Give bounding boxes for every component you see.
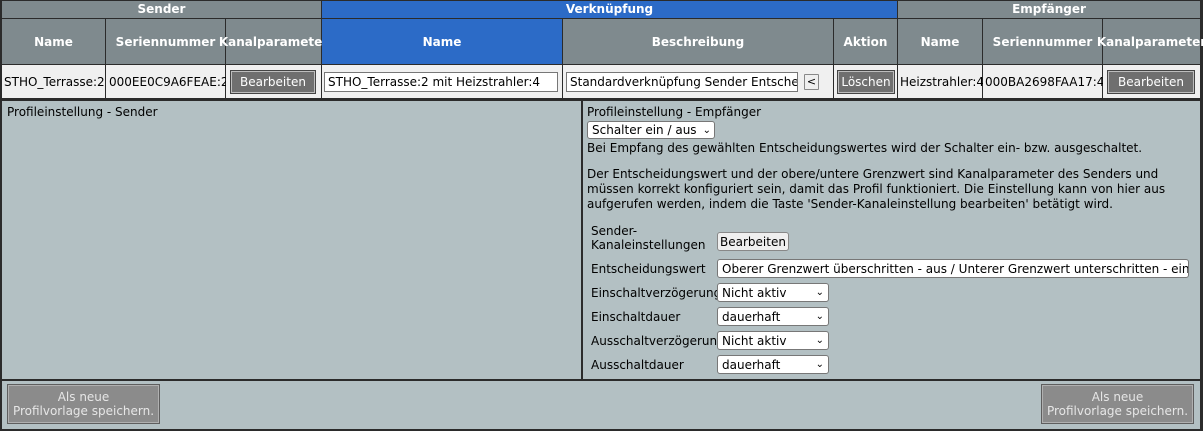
decision-label: Entscheidungswert (591, 262, 706, 276)
profile-select-value: Schalter ein / aus (592, 123, 697, 137)
sender-profile-panel: Profileinstellung - Sender (2, 101, 581, 379)
profile-description-2: Der Entscheidungswert und der obere/unte… (587, 167, 1166, 211)
channel-settings-label-line2: Kanaleinstellungen (591, 238, 706, 252)
off-duration-select[interactable]: dauerhaft ⌄ (717, 355, 829, 374)
sender-profile-title: Profileinstellung - Sender (7, 105, 158, 119)
decision-select-value: Oberer Grenzwert überschritten - aus / U… (722, 261, 1189, 276)
link-name-cell: STHO_Terrasse:2 mit Heizstrahler:4 (322, 65, 562, 98)
off-duration-label: Ausschaltdauer (591, 358, 684, 372)
chevron-down-icon: ⌄ (815, 359, 824, 370)
link-desc-input[interactable]: Standardverknüpfung Sender Entscheid (566, 71, 798, 92)
sender-edit-button[interactable]: Bearbeiten (230, 69, 316, 94)
receiver-edit-button[interactable]: Bearbeiten (1107, 69, 1195, 94)
chevron-down-icon: ⌄ (702, 124, 711, 136)
chevron-down-icon: ⌄ (815, 335, 824, 346)
off-delay-label: Ausschaltverzögerung (591, 334, 725, 348)
save-template-right-line2: Profilvorlage speichern. (1046, 404, 1189, 418)
receiver-profile-title: Profileinstellung - Empfänger (587, 105, 762, 119)
group-sender: Sender (2, 1, 321, 18)
save-template-right-line1: Als neue (1091, 390, 1144, 404)
receiver-params-cell: Bearbeiten (1103, 65, 1200, 98)
on-delay-select[interactable]: Nicht aktiv ⌄ (717, 283, 829, 302)
desc-expand-button[interactable]: < (804, 73, 819, 90)
off-delay-value: Nicht aktiv (722, 333, 787, 348)
sender-serial-cell: 000EE0C9A6FEAE:2 (106, 65, 229, 98)
col-sender-serial: Seriennummer (106, 19, 225, 64)
save-template-left-line1: Als neue (57, 390, 110, 404)
col-link-desc: Beschreibung (563, 19, 833, 64)
link-desc-cell: Standardverknüpfung Sender Entscheid < (563, 65, 833, 98)
link-name-input[interactable]: STHO_Terrasse:2 mit Heizstrahler:4 (324, 71, 558, 92)
off-delay-select[interactable]: Nicht aktiv ⌄ (717, 331, 829, 350)
off-duration-value: dauerhaft (722, 357, 781, 372)
sender-name: STHO_Terrasse:2 (4, 74, 105, 89)
sender-params-cell: Bearbeiten (226, 65, 321, 98)
footer-bar: Als neue Profilvorlage speichern. Als ne… (2, 381, 1200, 429)
on-duration-label: Einschaltdauer (591, 310, 681, 324)
profile-select[interactable]: Schalter ein / aus ⌄ (587, 121, 715, 139)
save-template-left-line2: Profilvorlage speichern. (12, 404, 155, 418)
receiver-serial: 000BA2698FAA17:4 (985, 74, 1105, 89)
sender-name-cell: STHO_Terrasse:2 (2, 65, 105, 98)
col-sender-params: Kanalparameter (219, 19, 328, 64)
profile-description-1: Bei Empfang des gewählten Entscheidungsw… (587, 141, 1143, 155)
col-receiver-name: Name (898, 19, 982, 64)
chevron-down-icon: ⌄ (815, 287, 824, 298)
col-action: Aktion (834, 19, 897, 64)
channel-settings-label: Sender- Kanaleinstellungen (591, 224, 705, 252)
on-delay-value: Nicht aktiv (722, 285, 787, 300)
col-sender-name: Name (2, 19, 105, 64)
save-template-right-button[interactable]: Als neue Profilvorlage speichern. (1041, 384, 1194, 424)
col-receiver-serial: Seriennummer (983, 19, 1102, 64)
receiver-serial-cell: 000BA2698FAA17:4 (983, 65, 1105, 98)
group-link: Verknüpfung (322, 1, 897, 18)
receiver-profile-panel: Profileinstellung - Empfänger Schalter e… (583, 101, 1200, 379)
col-link-name: Name (322, 19, 562, 64)
on-duration-value: dauerhaft (722, 309, 781, 324)
receiver-name: Heizstrahler:4 (900, 74, 985, 89)
group-receiver: Empfänger (898, 1, 1200, 18)
sender-serial: 000EE0C9A6FEAE:2 (109, 74, 229, 89)
channel-settings-edit-button[interactable]: Bearbeiten (717, 232, 789, 251)
receiver-name-cell: Heizstrahler:4 (898, 65, 985, 98)
channel-settings-label-line1: Sender- (591, 224, 638, 238)
decision-select[interactable]: Oberer Grenzwert überschritten - aus / U… (717, 259, 1189, 278)
delete-button[interactable]: Löschen (837, 69, 895, 94)
col-receiver-params: Kanalparameter (1097, 19, 1203, 64)
on-delay-label: Einschaltverzögerung (591, 286, 722, 300)
chevron-down-icon: ⌄ (815, 311, 824, 322)
on-duration-select[interactable]: dauerhaft ⌄ (717, 307, 829, 326)
action-cell: Löschen (834, 65, 897, 98)
save-template-left-button[interactable]: Als neue Profilvorlage speichern. (7, 384, 160, 424)
